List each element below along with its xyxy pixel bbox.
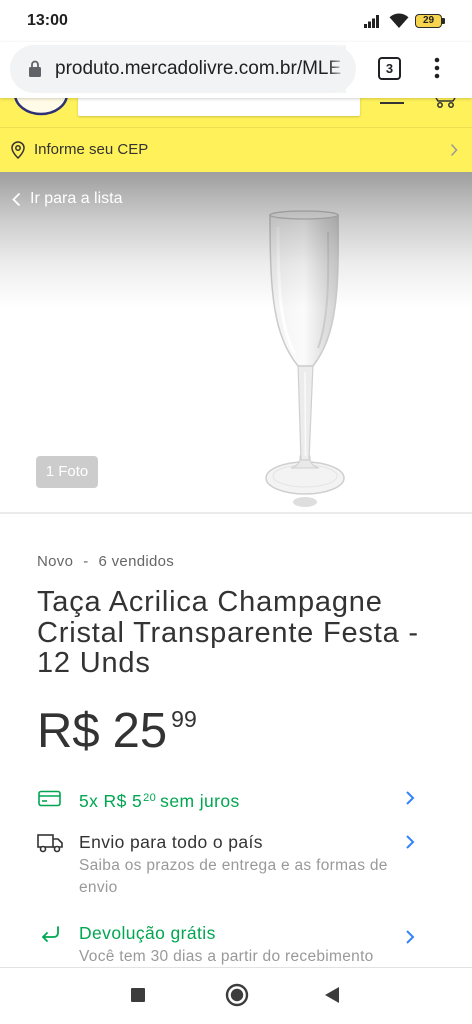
divider bbox=[0, 512, 472, 514]
chevron-right-icon bbox=[450, 143, 458, 157]
shipping-title: Envio para todo o país bbox=[79, 832, 263, 852]
product-price: R$ 25 99 bbox=[37, 703, 197, 759]
home-button[interactable] bbox=[223, 981, 251, 1009]
chevron-right-icon[interactable] bbox=[405, 834, 415, 850]
recent-apps-button[interactable] bbox=[124, 981, 152, 1009]
hamburger-menu-icon[interactable] bbox=[380, 102, 404, 104]
browser-menu-icon[interactable] bbox=[433, 56, 441, 80]
credit-card-icon bbox=[38, 790, 61, 807]
status-bar: 13:00 29 bbox=[0, 0, 472, 42]
chevron-right-icon[interactable] bbox=[405, 790, 415, 806]
url-fade bbox=[328, 45, 346, 93]
system-navigation-bar bbox=[0, 967, 472, 1024]
cep-label: Informe seu CEP bbox=[34, 141, 149, 158]
installments-text: 5x R$ 520 sem juros bbox=[79, 787, 240, 812]
installments-prefix: 5x R$ 5 bbox=[79, 791, 143, 811]
site-header bbox=[0, 98, 472, 127]
chevron-left-icon bbox=[12, 192, 21, 206]
price-amount: 25 bbox=[112, 704, 168, 758]
returns-subtitle: Você tem 30 dias a partir do recebimento bbox=[79, 948, 374, 965]
browser-toolbar: produto.mercadolivre.com.br/MLE 3 bbox=[0, 42, 472, 98]
truck-icon bbox=[37, 834, 63, 853]
chevron-right-icon[interactable] bbox=[405, 929, 415, 945]
back-to-list-link[interactable]: Ir para a lista bbox=[12, 189, 122, 209]
signal-icon bbox=[364, 15, 379, 28]
battery-tip bbox=[442, 18, 445, 24]
returns-title: Devolução grátis bbox=[79, 923, 216, 943]
status-time: 13:00 bbox=[27, 12, 68, 29]
price-currency: R$ bbox=[37, 704, 100, 758]
tab-count: 3 bbox=[385, 61, 394, 76]
product-meta: Novo -6 vendidos bbox=[37, 552, 174, 572]
address-bar[interactable]: produto.mercadolivre.com.br/MLE bbox=[10, 45, 356, 93]
search-input[interactable] bbox=[78, 98, 360, 116]
shipping-subtitle: Saiba os prazos de entrega e as formas d… bbox=[79, 857, 388, 896]
installments-suffix: sem juros bbox=[160, 791, 240, 811]
return-arrow-icon bbox=[42, 926, 59, 942]
back-icon bbox=[325, 987, 339, 1003]
back-button[interactable] bbox=[318, 981, 346, 1009]
home-icon bbox=[225, 983, 249, 1007]
installments-cents: 20 bbox=[143, 792, 157, 804]
meta-separator: - bbox=[83, 553, 89, 570]
product-gallery[interactable]: Ir para a lista 1 Foto bbox=[0, 172, 472, 512]
cep-bar[interactable]: Informe seu CEP bbox=[0, 127, 472, 172]
sold-count: 6 vendidos bbox=[98, 553, 175, 570]
battery-level: 29 bbox=[422, 15, 435, 26]
location-pin-icon bbox=[11, 141, 25, 159]
battery-icon: 29 bbox=[415, 14, 442, 28]
wifi-icon bbox=[389, 13, 409, 28]
photo-count-badge[interactable]: 1 Foto bbox=[36, 456, 98, 488]
url-text[interactable]: produto.mercadolivre.com.br/MLE bbox=[55, 45, 346, 93]
price-cents: 99 bbox=[171, 706, 197, 732]
lock-icon[interactable] bbox=[29, 60, 41, 77]
mercadolivre-logo-icon[interactable] bbox=[12, 98, 70, 118]
recent-apps-icon bbox=[131, 988, 145, 1002]
condition-label: Novo bbox=[37, 553, 74, 570]
back-to-list-label: Ir para a lista bbox=[30, 190, 123, 207]
product-title: Taça Acrilica Champagne Cristal Transpar… bbox=[37, 586, 419, 679]
cart-icon[interactable] bbox=[433, 98, 457, 110]
tab-switcher-button[interactable]: 3 bbox=[378, 57, 401, 80]
